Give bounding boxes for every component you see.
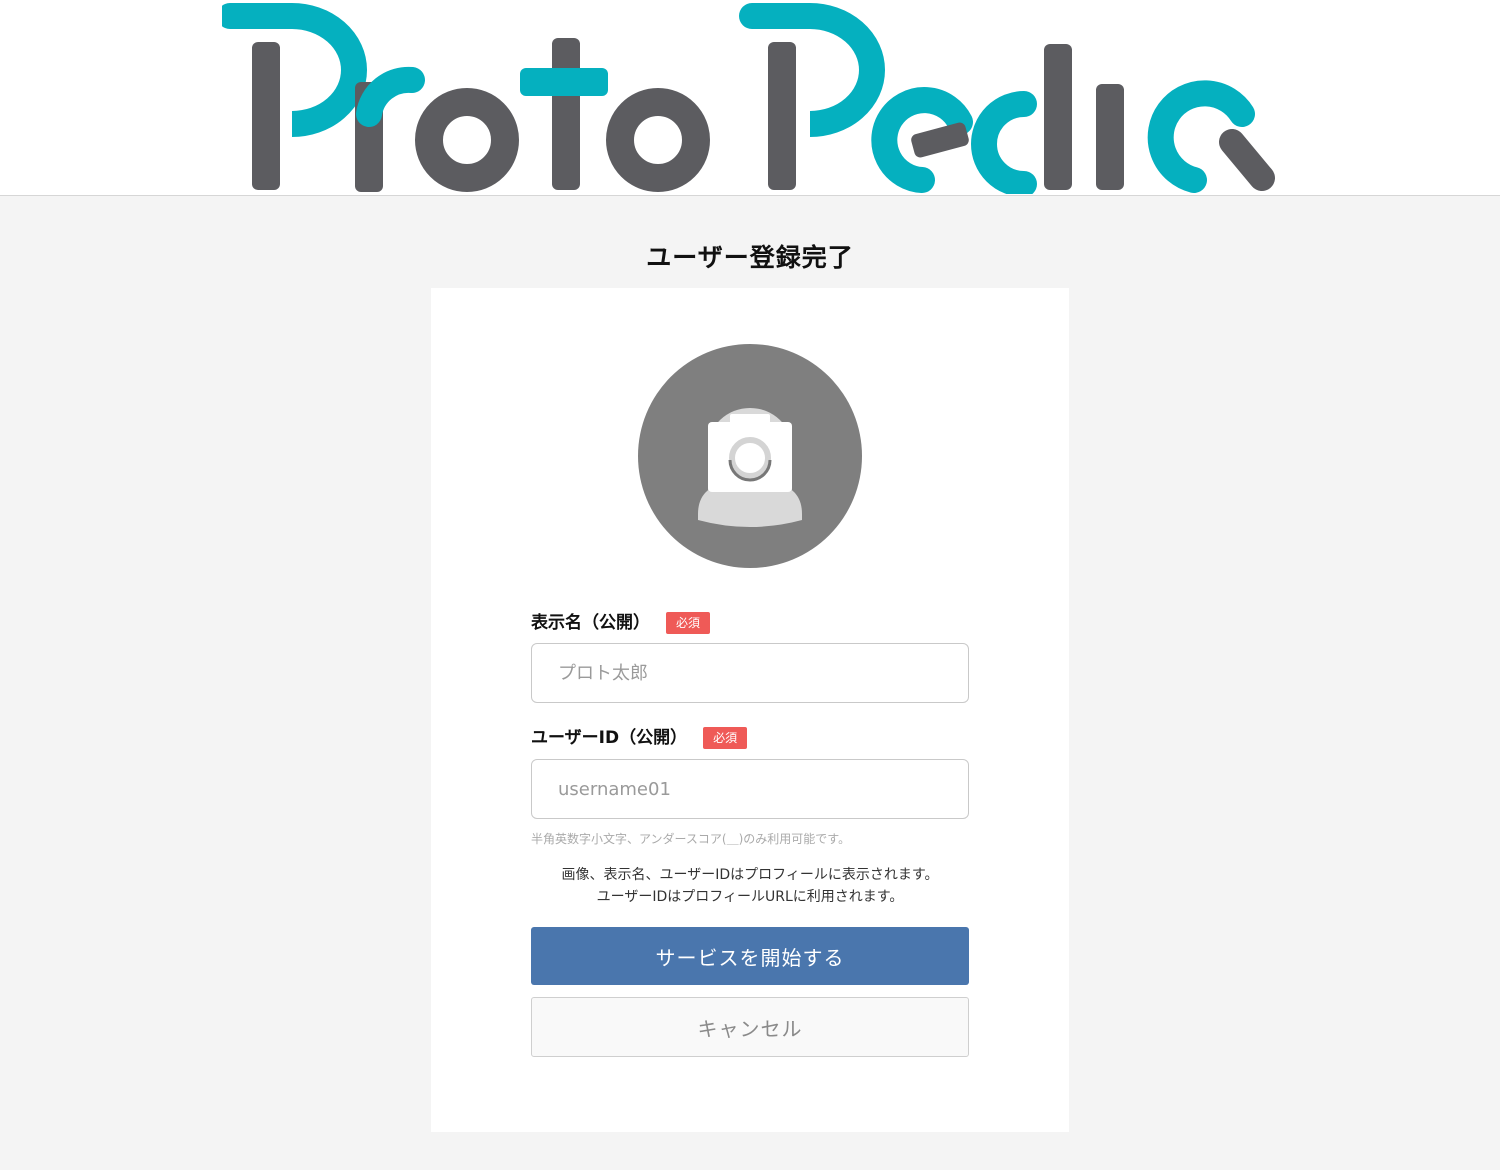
profile-notice: 画像、表示名、ユーザーIDはプロフィールに表示されます。 ユーザーIDはプロフィ… (431, 864, 1069, 908)
profile-notice-line1: 画像、表示名、ユーザーIDはプロフィールに表示されます。 (561, 867, 939, 883)
site-header (0, 0, 1500, 196)
protopedia-logo[interactable] (222, 2, 1280, 194)
display-name-label: 表示名（公開） 必須 (531, 611, 711, 635)
display-name-input[interactable] (531, 643, 969, 703)
avatar-upload[interactable] (638, 344, 862, 568)
camera-icon (708, 414, 792, 492)
display-name-label-text: 表示名（公開） (531, 613, 650, 633)
page-title: ユーザー登録完了 (646, 243, 854, 272)
user-id-input[interactable] (531, 759, 969, 819)
required-badge: 必須 (703, 727, 748, 749)
user-id-label-text: ユーザーID（公開） (531, 728, 688, 748)
default-avatar-icon (698, 408, 802, 527)
start-service-button[interactable]: サービスを開始する (531, 927, 969, 985)
user-id-label: ユーザーID（公開） 必須 (531, 726, 748, 750)
required-badge: 必須 (666, 612, 711, 634)
cancel-button[interactable]: キャンセル (531, 997, 969, 1057)
user-id-hint: 半角英数字小文字、アンダースコア(＿)のみ利用可能です。 (531, 832, 851, 846)
profile-notice-line2: ユーザーIDはプロフィールURLに利用されます。 (596, 889, 904, 905)
registration-card: 表示名（公開） 必須 ユーザーID（公開） 必須 半角英数字小文字、アンダースコア(… (431, 288, 1069, 1132)
